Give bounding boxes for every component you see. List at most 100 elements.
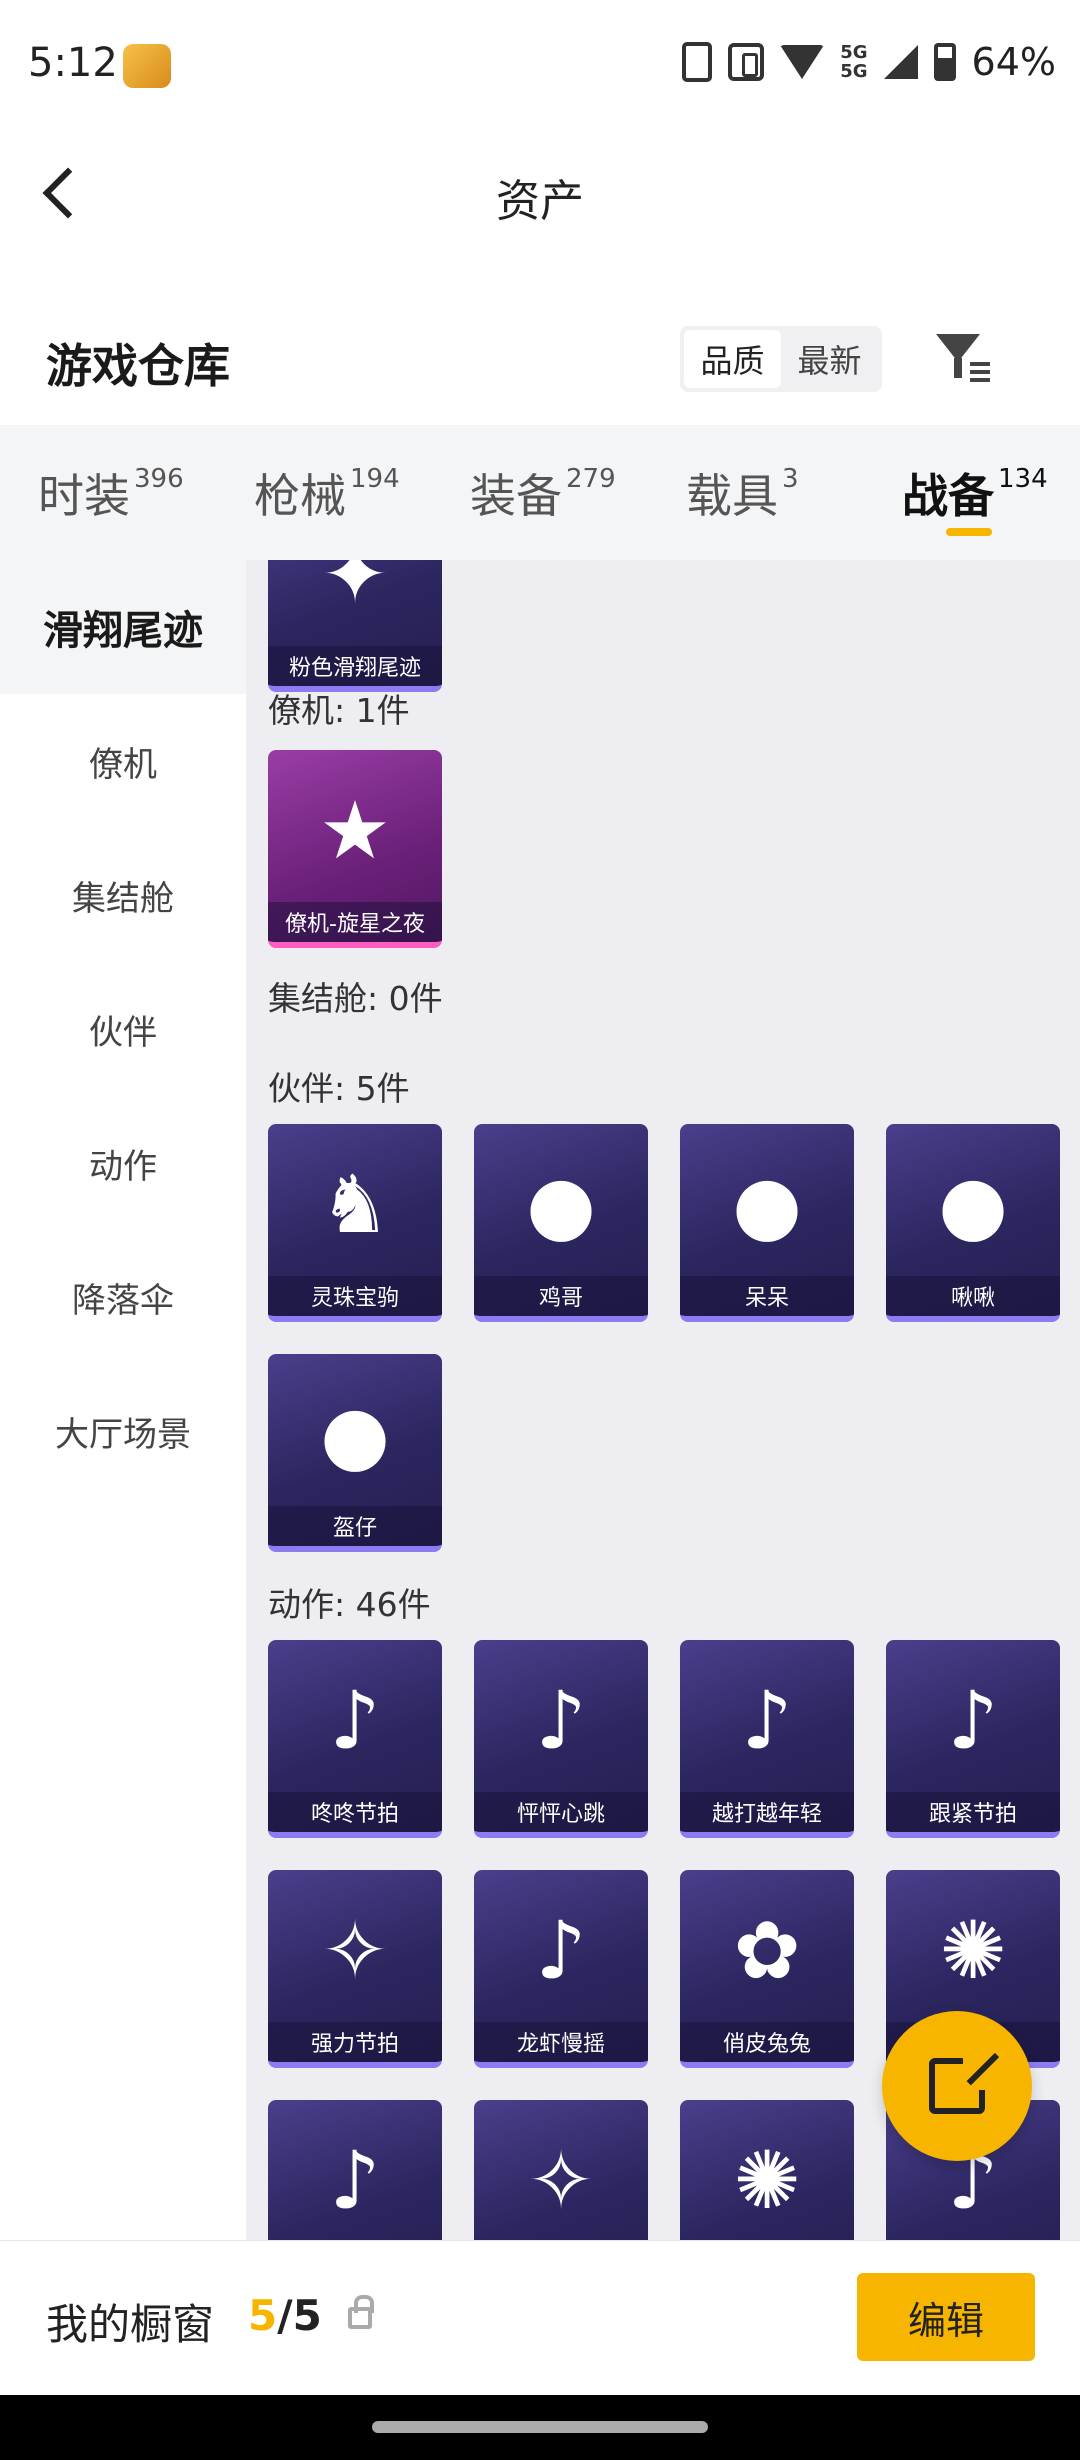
sidebar-item-parachute[interactable]: 降落伞 — [0, 1230, 246, 1364]
dance-icon: ♪ — [535, 1903, 587, 1997]
section-label-wingman: 僚机: 1件 — [268, 691, 410, 730]
section-label-pod: 集结舱: 0件 — [268, 979, 443, 1018]
item-card[interactable]: ♪ — [268, 2100, 442, 2240]
dance-icon: ✧ — [321, 1903, 389, 1997]
assets-screen: 5:12 5G 5G 64% 资产 游戏仓库 品质 最新 时装 396 枪械 1… — [0, 0, 1080, 2460]
item-name: 怦怦心跳 — [474, 1792, 648, 1832]
section-label-partner: 伙伴: 5件 — [268, 1069, 410, 1108]
item-name: 强力节拍 — [268, 2022, 442, 2062]
sort-latest-button[interactable]: 最新 — [781, 330, 878, 388]
glide-trail-icon: ✦ — [321, 560, 389, 621]
home-gesture-handle[interactable] — [372, 2421, 708, 2433]
item-card[interactable]: ● 盔仔 — [268, 1354, 442, 1552]
signal-icon — [883, 45, 918, 79]
tab-vehicles[interactable]: 载具 3 — [648, 425, 864, 560]
item-grid: ✦ 粉色滑翔尾迹 僚机: 1件 ★ 僚机-旋星之夜 集结舱: 0件 伙伴: 5件… — [246, 560, 1080, 2240]
battery-percent: 64% — [971, 40, 1056, 84]
partner-icon: ● — [732, 1157, 802, 1251]
item-name: 呆呆 — [680, 1276, 854, 1316]
item-name: 粉色滑翔尾迹 — [268, 646, 442, 686]
share-icon — [929, 2052, 1000, 2114]
dance-icon: ♪ — [947, 1673, 999, 1767]
item-name: 跟紧节拍 — [886, 1792, 1060, 1832]
item-card[interactable]: ♪ 怦怦心跳 — [474, 1640, 648, 1838]
status-time: 5:12 — [28, 40, 118, 86]
item-name: 灵珠宝驹 — [268, 1276, 442, 1316]
battery-icon — [933, 43, 956, 81]
category-tabs: 时装 396 枪械 194 装备 279 载具 3 战备 134 — [0, 425, 1080, 560]
partner-icon: ● — [320, 1387, 390, 1481]
warehouse-title: 游戏仓库 — [46, 339, 230, 393]
app-notification-icon — [123, 44, 171, 88]
item-card[interactable]: ✧ — [474, 2100, 648, 2240]
page-title: 资产 — [496, 176, 584, 227]
sidebar-item-wingman[interactable]: 僚机 — [0, 694, 246, 828]
partner-icon: ● — [938, 1157, 1008, 1251]
section-label-action: 动作: 46件 — [268, 1585, 431, 1624]
wingman-icon: ★ — [319, 783, 391, 877]
dance-icon: ♪ — [329, 2133, 381, 2227]
item-name: 啾啾 — [886, 1276, 1060, 1316]
item-name: 越打越年轻 — [680, 1792, 854, 1832]
item-name: 鸡哥 — [474, 1276, 648, 1316]
dance-icon: ♪ — [329, 1673, 381, 1767]
sidebar-item-glide-trail[interactable]: 滑翔尾迹 — [0, 560, 246, 694]
dance-icon: ✿ — [733, 1903, 801, 1997]
showcase-bar: 我的橱窗 5/5 编辑 — [0, 2240, 1080, 2395]
item-card[interactable]: ✦ 粉色滑翔尾迹 — [268, 560, 442, 692]
nfc-icon — [728, 43, 765, 81]
item-card[interactable]: ♪ 跟紧节拍 — [886, 1640, 1060, 1838]
sidebar-item-pod[interactable]: 集结舱 — [0, 828, 246, 962]
active-tab-indicator — [946, 528, 992, 536]
tab-readiness[interactable]: 战备 134 — [864, 425, 1080, 560]
item-card[interactable]: ● 鸡哥 — [474, 1124, 648, 1322]
status-bar: 5:12 5G 5G 64% — [0, 0, 1080, 135]
item-card[interactable]: ✧ 强力节拍 — [268, 1870, 442, 2068]
item-card[interactable]: ♪ 越打越年轻 — [680, 1640, 854, 1838]
sidebar-item-lobby[interactable]: 大厅场景 — [0, 1364, 246, 1498]
item-name: 盔仔 — [268, 1506, 442, 1546]
item-card[interactable]: ✿ 俏皮兔兔 — [680, 1870, 854, 2068]
filter-button[interactable] — [932, 328, 992, 390]
dance-icon: ✺ — [733, 2133, 801, 2227]
wifi-icon — [780, 45, 825, 79]
status-icons: 5G 5G 64% — [682, 40, 1056, 84]
category-sidebar: 滑翔尾迹 僚机 集结舱 伙伴 动作 降落伞 大厅场景 — [0, 560, 246, 2240]
item-name: 龙虾慢摇 — [474, 2022, 648, 2062]
filter-icon-stem — [954, 358, 962, 378]
network-label: 5G 5G — [840, 42, 868, 82]
dance-icon: ♪ — [741, 1673, 793, 1767]
item-card[interactable]: ★ 僚机-旋星之夜 — [268, 750, 442, 948]
system-nav-bar — [0, 2395, 1080, 2460]
share-button[interactable] — [882, 2011, 1032, 2161]
item-card[interactable]: ✺ — [680, 2100, 854, 2240]
tab-guns[interactable]: 枪械 194 — [216, 425, 432, 560]
warehouse-row: 游戏仓库 品质 最新 — [0, 310, 1080, 410]
item-card[interactable]: ● 啾啾 — [886, 1124, 1060, 1322]
sort-quality-button[interactable]: 品质 — [684, 330, 781, 388]
tab-fashion[interactable]: 时装 396 — [0, 425, 216, 560]
partner-icon: ♞ — [319, 1157, 391, 1251]
item-name: 僚机-旋星之夜 — [268, 902, 442, 942]
showcase-count: 5/5 — [248, 2291, 322, 2340]
item-name: 咚咚节拍 — [268, 1792, 442, 1832]
dance-icon: ✺ — [939, 1903, 1007, 1997]
dance-icon: ♪ — [535, 1673, 587, 1767]
edit-button[interactable]: 编辑 — [857, 2273, 1035, 2361]
dance-icon: ✧ — [527, 2133, 595, 2227]
item-name: 俏皮兔兔 — [680, 2022, 854, 2062]
item-card[interactable]: ♞ 灵珠宝驹 — [268, 1124, 442, 1322]
tab-equipment[interactable]: 装备 279 — [432, 425, 648, 560]
sidebar-item-partner[interactable]: 伙伴 — [0, 962, 246, 1096]
filter-icon-lines — [970, 362, 990, 382]
vibrate-icon — [682, 42, 713, 82]
item-card[interactable]: ● 呆呆 — [680, 1124, 854, 1322]
page-header: 资产 — [0, 135, 1080, 255]
sidebar-item-action[interactable]: 动作 — [0, 1096, 246, 1230]
sort-toggle: 品质 最新 — [680, 326, 882, 392]
item-card[interactable]: ♪ 龙虾慢摇 — [474, 1870, 648, 2068]
partner-icon: ● — [526, 1157, 596, 1251]
showcase-label: 我的橱窗 — [46, 2300, 215, 2349]
item-card[interactable]: ♪ 咚咚节拍 — [268, 1640, 442, 1838]
lock-icon — [348, 2295, 374, 2329]
